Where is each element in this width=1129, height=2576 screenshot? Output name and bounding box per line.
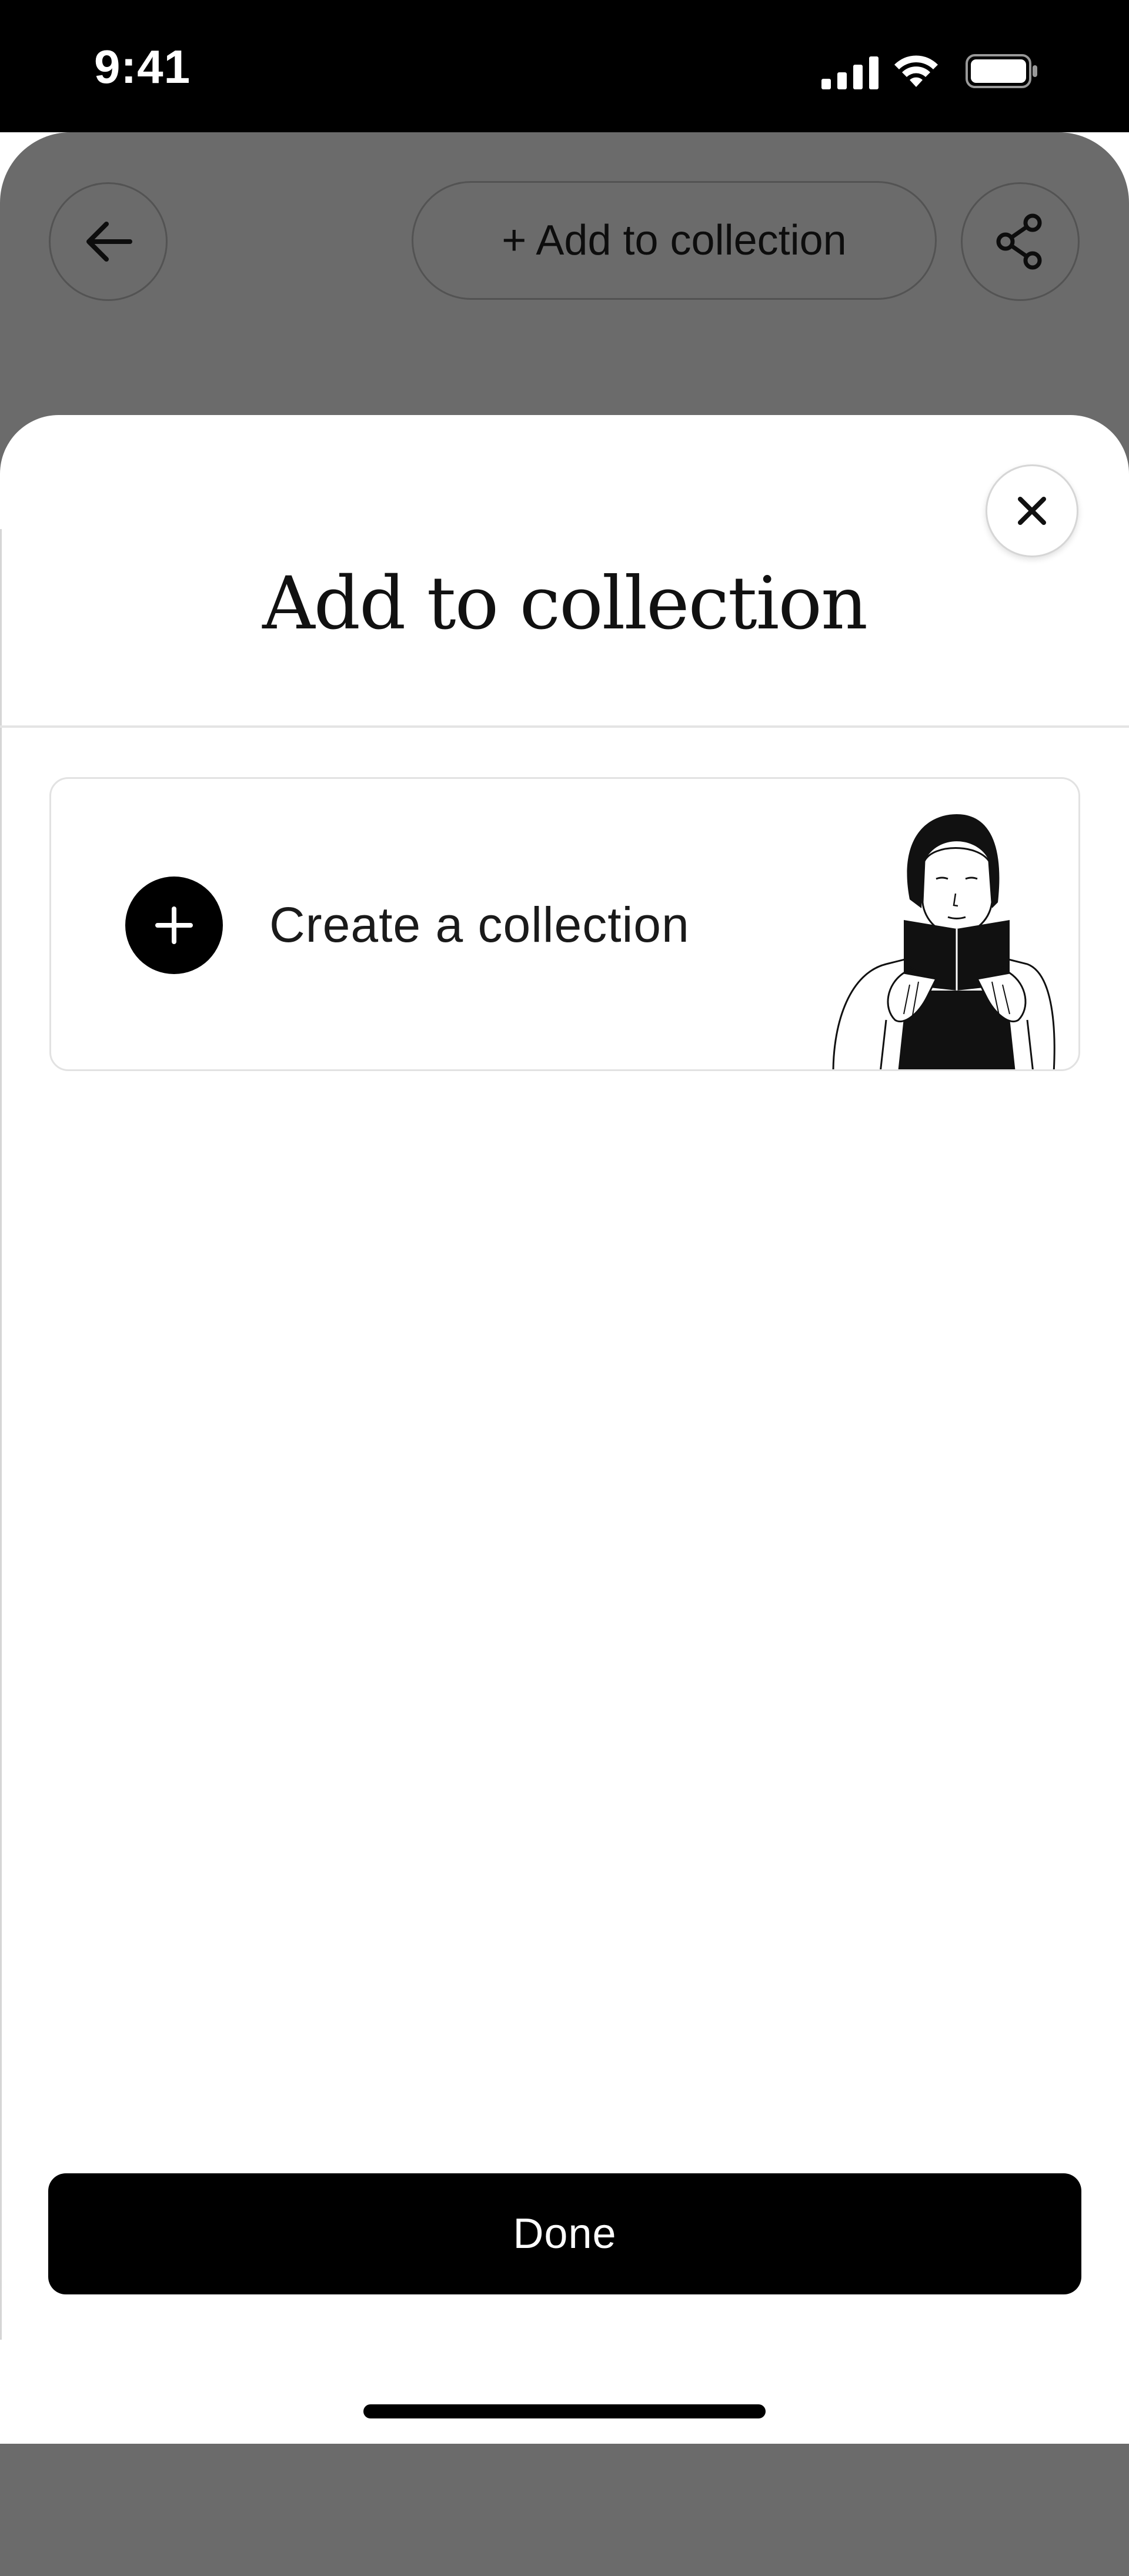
close-button[interactable] [986, 464, 1078, 557]
sheet-title: Add to collection [262, 561, 868, 646]
signal-icon [821, 56, 879, 89]
share-icon [996, 213, 1042, 270]
divider [0, 725, 1129, 728]
status-bar: 9:41 [0, 0, 1129, 132]
add-to-collection-button[interactable]: + Add to collection [412, 181, 937, 300]
done-button[interactable]: Done [48, 2173, 1081, 2294]
share-button[interactable] [961, 182, 1080, 301]
reading-woman-illustration [832, 814, 1055, 1069]
back-button[interactable] [49, 182, 168, 301]
home-indicator [363, 2404, 766, 2418]
add-to-collection-label: + Add to collection [502, 217, 847, 264]
plus-icon [155, 906, 193, 944]
arrow-left-icon [86, 222, 132, 262]
status-time: 9:41 [94, 41, 191, 93]
add-to-collection-sheet [0, 415, 1129, 2444]
create-collection-label: Create a collection [269, 897, 690, 952]
done-label: Done [513, 2210, 617, 2257]
wifi-icon [894, 55, 938, 87]
plus-button[interactable] [125, 876, 223, 974]
create-collection-card[interactable]: Create a collection [49, 777, 1080, 1071]
battery-icon [966, 54, 1037, 88]
sheet-edge [0, 529, 2, 2340]
close-icon [1018, 497, 1046, 525]
